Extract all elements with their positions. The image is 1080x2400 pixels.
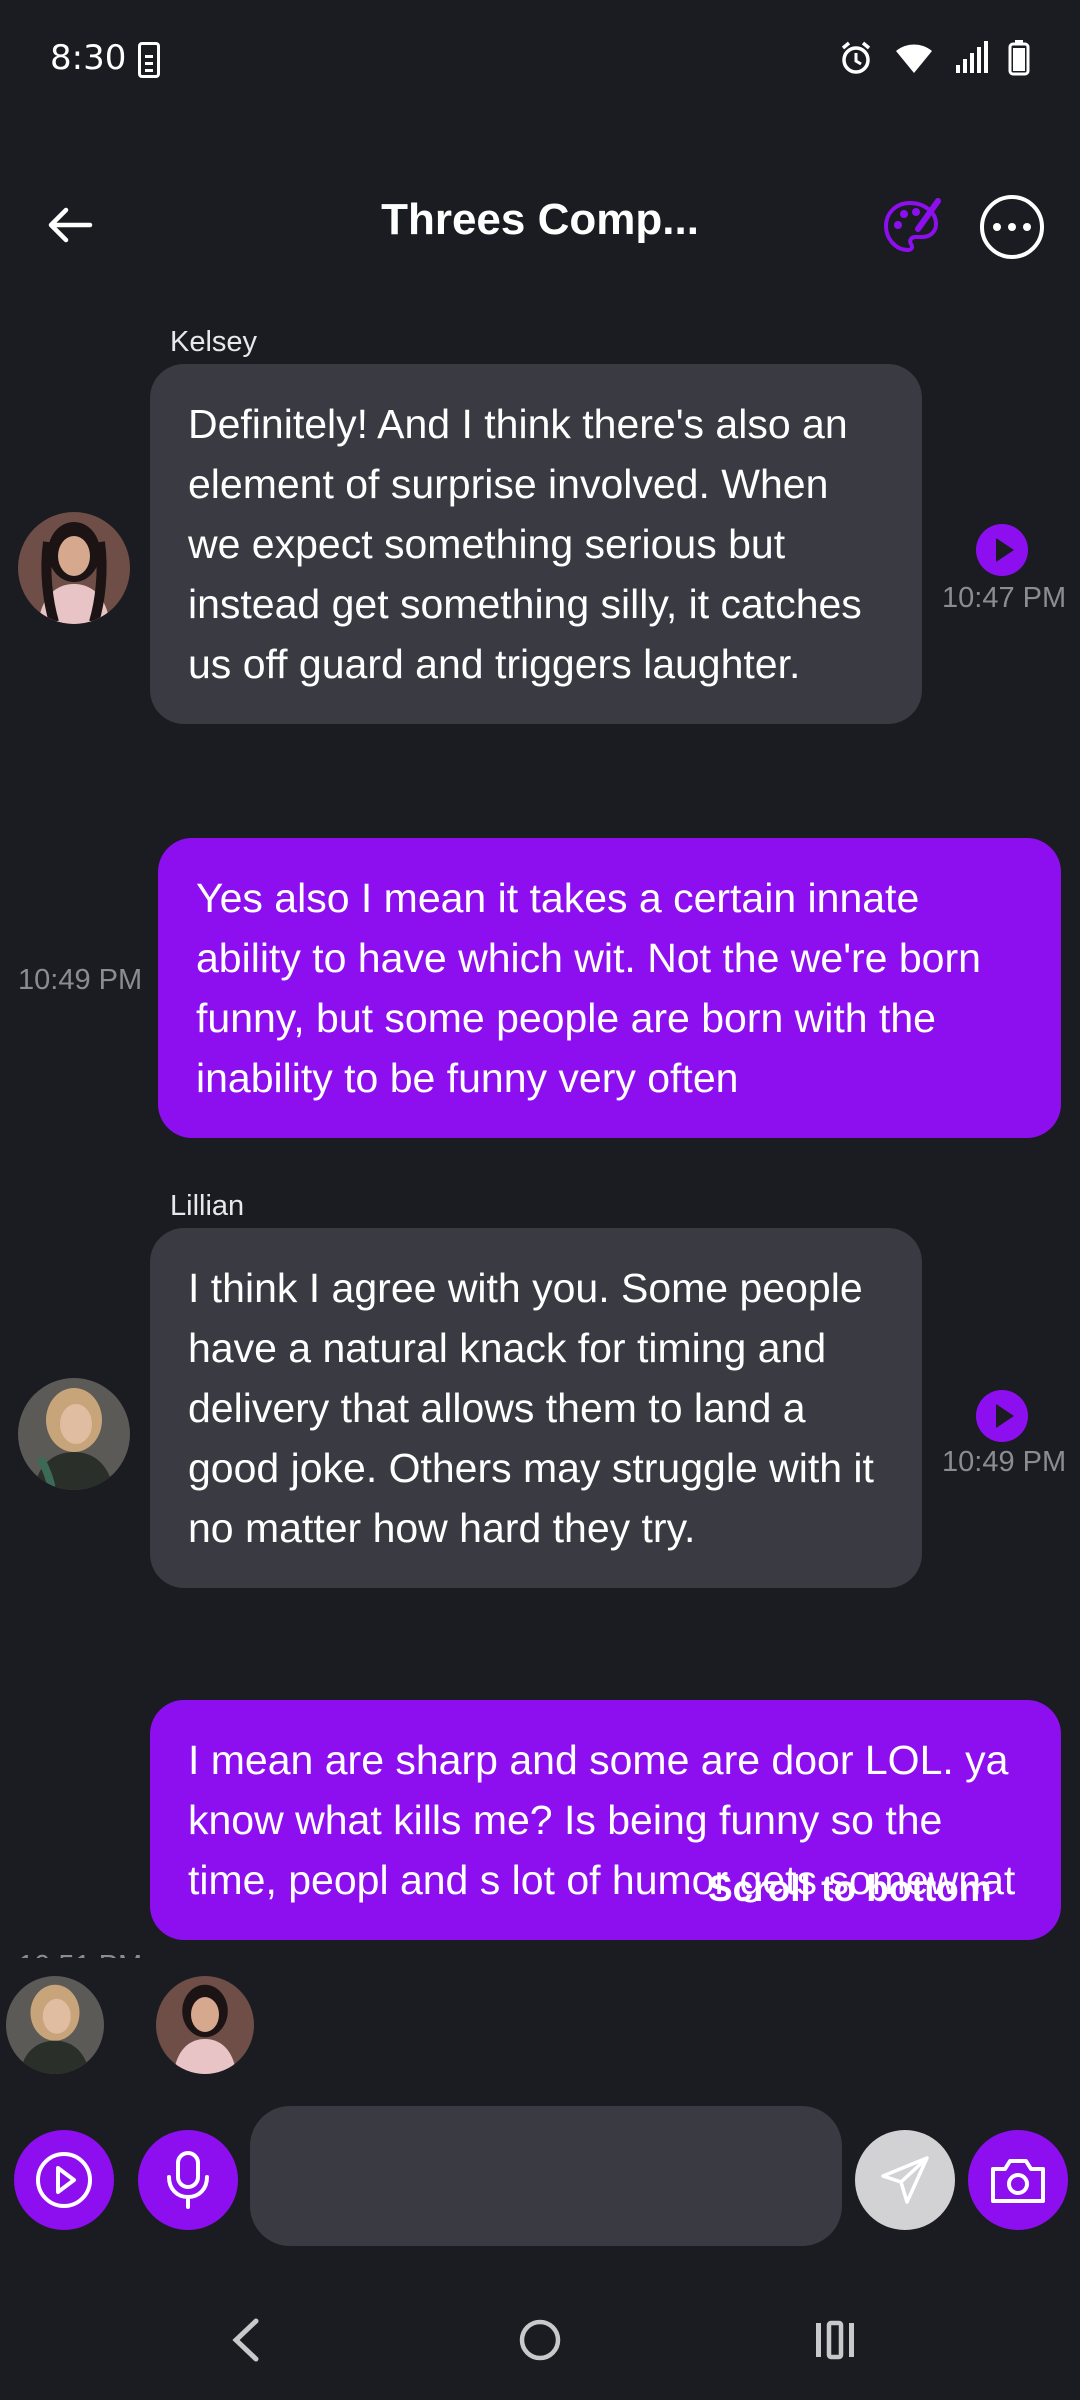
video-play-icon bbox=[36, 2152, 92, 2208]
play-icon[interactable] bbox=[976, 1390, 1028, 1442]
scroll-to-bottom-button[interactable]: Scroll to bottom bbox=[708, 1868, 992, 1910]
message-bubble: I think I agree with you. Some people ha… bbox=[150, 1228, 922, 1588]
send-button[interactable] bbox=[855, 2130, 955, 2230]
signal-icon bbox=[956, 41, 988, 73]
camera-icon bbox=[991, 2159, 1045, 2203]
message-clip: I mean are sharp and some are door LOL. … bbox=[0, 1700, 1080, 1958]
message-bubble: Definitely! And I think there's also an … bbox=[150, 364, 922, 724]
message-time: 10:47 PM bbox=[942, 582, 1067, 614]
message-input[interactable] bbox=[250, 2106, 842, 2246]
participants-row bbox=[0, 1958, 1080, 2074]
camera-button[interactable] bbox=[968, 2130, 1068, 2230]
send-icon bbox=[881, 2156, 929, 2204]
wifi-icon bbox=[896, 44, 932, 73]
nav-recents-button[interactable] bbox=[800, 2300, 870, 2380]
avatar-lillian[interactable] bbox=[18, 1378, 130, 1490]
more-options-button[interactable] bbox=[980, 195, 1044, 259]
avatar-kelsey[interactable] bbox=[18, 512, 130, 624]
video-message-button[interactable] bbox=[14, 2130, 114, 2230]
participant-avatar-kelsey[interactable] bbox=[156, 1976, 254, 2074]
nav-home-icon bbox=[519, 2319, 561, 2361]
message-time: 10:49 PM bbox=[18, 964, 143, 996]
message-time: 10:49 PM bbox=[942, 1446, 1067, 1478]
battery-icon bbox=[1008, 40, 1030, 76]
microphone-icon bbox=[167, 2151, 209, 2209]
status-time: 8:30 bbox=[50, 38, 127, 78]
message-bubble: Yes also I mean it takes a certain innat… bbox=[158, 838, 1061, 1138]
more-options-icon bbox=[993, 223, 1001, 231]
message-time: 10:51 PM bbox=[18, 1950, 142, 1958]
nav-home-button[interactable] bbox=[505, 2300, 575, 2380]
play-icon[interactable] bbox=[976, 524, 1028, 576]
nav-back-button[interactable] bbox=[210, 2300, 280, 2380]
more-dot bbox=[1023, 223, 1031, 231]
sender-name: Kelsey bbox=[170, 326, 258, 358]
participant-avatar-lillian[interactable] bbox=[6, 1976, 104, 2074]
status-icons bbox=[838, 38, 1030, 78]
alarm-icon bbox=[841, 41, 871, 74]
nav-back-icon bbox=[232, 2318, 259, 2362]
sender-name: Lillian bbox=[170, 1190, 245, 1222]
clipboard-status-icon bbox=[138, 42, 160, 78]
nav-recents-icon bbox=[816, 2320, 854, 2360]
more-dot bbox=[1008, 223, 1016, 231]
voice-message-button[interactable] bbox=[138, 2130, 238, 2230]
palette-icon bbox=[883, 198, 941, 253]
theme-button[interactable] bbox=[880, 195, 944, 259]
